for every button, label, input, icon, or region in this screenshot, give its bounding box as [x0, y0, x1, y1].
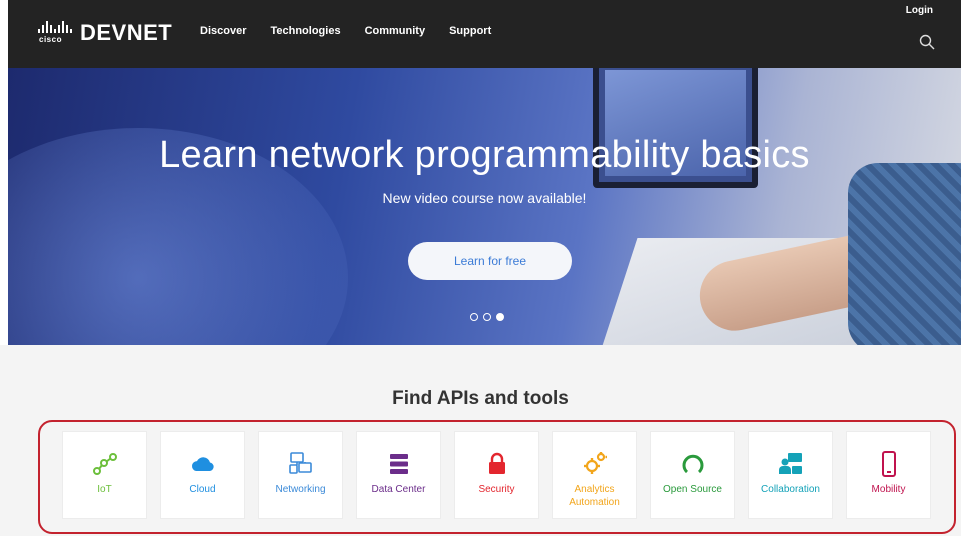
tool-card-cloud[interactable]: Cloud — [160, 431, 245, 519]
carousel-dot-3[interactable] — [496, 313, 504, 321]
collaboration-icon — [778, 453, 802, 474]
carousel-dot-2[interactable] — [483, 313, 491, 321]
tool-label: IoT — [97, 484, 112, 495]
lock-icon — [488, 452, 505, 474]
iot-icon — [92, 453, 117, 475]
tool-card-networking[interactable]: Networking — [258, 431, 343, 519]
nav-link-community[interactable]: Community — [365, 25, 426, 37]
hero-subtitle: New video course now available! — [382, 190, 587, 206]
cisco-wordmark: cisco — [39, 35, 62, 44]
tool-card-analytics-automation[interactable]: Analytics Automation — [552, 431, 637, 519]
nav-links: Discover Technologies Community Support — [200, 25, 491, 37]
mobile-icon — [881, 451, 896, 477]
hero-title: Learn network programmability basics — [159, 134, 810, 176]
hero-banner: Learn network programmability basics New… — [8, 68, 961, 345]
tool-card-data-center[interactable]: Data Center — [356, 431, 441, 519]
nav-link-support[interactable]: Support — [449, 25, 491, 37]
tool-label: Networking — [275, 484, 326, 495]
tool-card-open-source[interactable]: Open Source — [650, 431, 735, 519]
top-navigation: cisco DEVNET Discover Technologies Commu… — [8, 0, 961, 68]
gears-icon — [583, 452, 607, 474]
brand-name: DEVNET — [80, 20, 173, 45]
nav-link-discover[interactable]: Discover — [200, 25, 246, 37]
tool-label: Security — [478, 484, 515, 495]
search-icon[interactable] — [919, 34, 935, 50]
apis-tools-section: Find APIs and tools IoT Cloud Networking… — [0, 345, 961, 536]
tool-label: Cloud — [189, 484, 216, 495]
learn-for-free-button[interactable]: Learn for free — [408, 242, 572, 280]
open-source-icon — [682, 454, 703, 474]
tool-card-mobility[interactable]: Mobility — [846, 431, 931, 519]
tool-card-security[interactable]: Security — [454, 431, 539, 519]
cisco-logo-icon: cisco — [36, 17, 76, 49]
tool-label: Open Source — [663, 484, 722, 495]
cloud-icon — [191, 457, 214, 471]
tool-label: Mobility — [871, 484, 906, 495]
tools-card-list: IoT Cloud Networking Data Center Securit… — [62, 431, 931, 519]
carousel-dot-1[interactable] — [470, 313, 478, 321]
section-title: Find APIs and tools — [392, 388, 569, 409]
login-link[interactable]: Login — [906, 5, 933, 16]
tool-card-iot[interactable]: IoT — [62, 431, 147, 519]
tool-label: Collaboration — [761, 484, 820, 495]
carousel-indicators — [470, 313, 504, 321]
brand-logo[interactable]: cisco DEVNET — [36, 17, 172, 49]
networking-icon — [288, 452, 312, 474]
tool-label: Data Center — [371, 484, 426, 495]
nav-link-technologies[interactable]: Technologies — [270, 25, 340, 37]
data-center-icon — [389, 454, 408, 474]
tool-card-collaboration[interactable]: Collaboration — [748, 431, 833, 519]
tool-label: Analytics Automation — [569, 484, 620, 508]
